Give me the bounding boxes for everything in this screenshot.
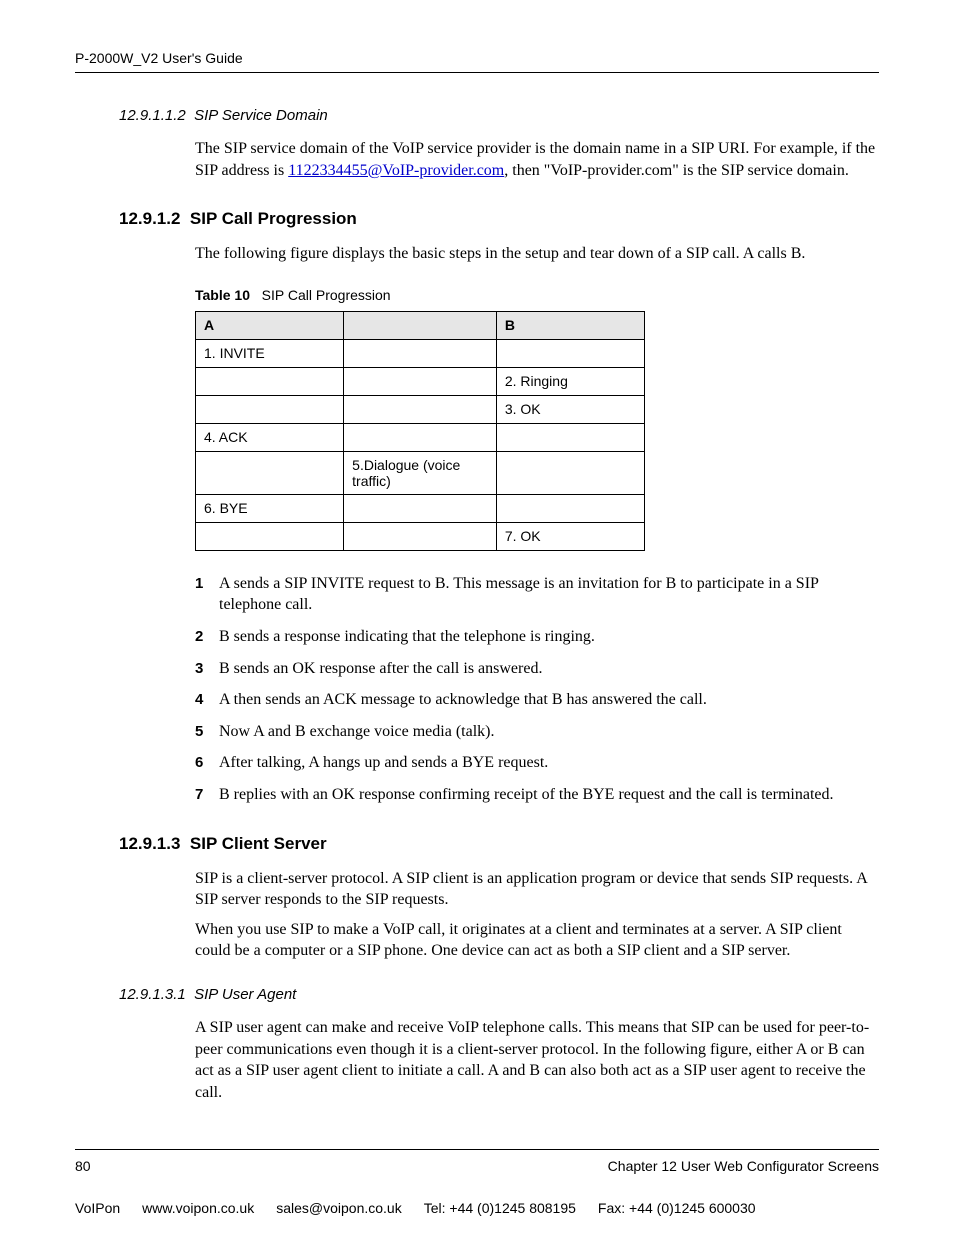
running-header: P-2000W_V2 User's Guide	[75, 50, 879, 73]
chapter-title: Chapter 12 User Web Configurator Screens	[608, 1158, 879, 1174]
cell	[344, 494, 497, 522]
cell: 5.Dialogue (voice traffic)	[344, 451, 497, 494]
cell	[496, 423, 644, 451]
table-row: 2. Ringing	[196, 367, 645, 395]
col-a: A	[196, 311, 344, 339]
vendor-url: www.voipon.co.uk	[142, 1200, 254, 1216]
heading-text: SIP User Agent	[194, 986, 296, 1003]
list-item: B sends a response indicating that the t…	[195, 626, 879, 648]
table-row: 7. OK	[196, 522, 645, 550]
page-footer: 80 Chapter 12 User Web Configurator Scre…	[75, 1149, 879, 1174]
heading-sip-call-progression: 12.9.1.2 SIP Call Progression	[75, 209, 879, 229]
table-caption: Table 10 SIP Call Progression	[75, 287, 879, 303]
vendor-email: sales@voipon.co.uk	[276, 1200, 402, 1216]
list-item: A sends a SIP INVITE request to B. This …	[195, 573, 879, 616]
numbered-steps: A sends a SIP INVITE request to B. This …	[75, 573, 879, 806]
page-number: 80	[75, 1158, 91, 1174]
col-mid	[344, 311, 497, 339]
cell	[496, 451, 644, 494]
link-sip-address-example[interactable]: 1122334455@VoIP-provider.com	[288, 162, 504, 179]
cell	[196, 451, 344, 494]
para-user-agent: A SIP user agent can make and receive Vo…	[75, 1017, 879, 1103]
table-label: Table 10	[195, 287, 250, 303]
cell: 3. OK	[496, 395, 644, 423]
table-row: 1. INVITE	[196, 339, 645, 367]
heading-text: SIP Call Progression	[190, 209, 357, 228]
heading-number: 12.9.1.1.2	[119, 107, 186, 124]
cell	[196, 395, 344, 423]
cell	[344, 522, 497, 550]
list-item: Now A and B exchange voice media (talk).	[195, 721, 879, 743]
cell: 2. Ringing	[496, 367, 644, 395]
list-item: B sends an OK response after the call is…	[195, 658, 879, 680]
cell	[496, 494, 644, 522]
cell	[344, 423, 497, 451]
heading-sip-service-domain: 12.9.1.1.2 SIP Service Domain	[75, 107, 879, 124]
cell: 1. INVITE	[196, 339, 344, 367]
list-item: B replies with an OK response confirming…	[195, 784, 879, 806]
cell	[344, 339, 497, 367]
table-row: 5.Dialogue (voice traffic)	[196, 451, 645, 494]
table-header-row: A B	[196, 311, 645, 339]
cell	[344, 367, 497, 395]
col-b: B	[496, 311, 644, 339]
para-call-progression-intro: The following figure displays the basic …	[75, 243, 879, 265]
table-row: 3. OK	[196, 395, 645, 423]
cell: 7. OK	[496, 522, 644, 550]
list-item: After talking, A hangs up and sends a BY…	[195, 752, 879, 774]
cell	[496, 339, 644, 367]
heading-number: 12.9.1.2	[119, 209, 180, 228]
heading-sip-client-server: 12.9.1.3 SIP Client Server	[75, 834, 879, 854]
cell	[344, 395, 497, 423]
vendor-name: VoIPon	[75, 1200, 120, 1216]
heading-number: 12.9.1.3.1	[119, 986, 186, 1003]
heading-sip-user-agent: 12.9.1.3.1 SIP User Agent	[75, 986, 879, 1003]
heading-number: 12.9.1.3	[119, 834, 180, 853]
heading-text: SIP Service Domain	[194, 107, 328, 124]
para-client-server-1: SIP is a client-server protocol. A SIP c…	[75, 868, 879, 911]
list-item: A then sends an ACK message to acknowled…	[195, 689, 879, 711]
table-row: 4. ACK	[196, 423, 645, 451]
vendor-line: VoIPon www.voipon.co.uk sales@voipon.co.…	[75, 1200, 879, 1216]
cell	[196, 522, 344, 550]
table-title: SIP Call Progression	[262, 287, 391, 303]
para-client-server-2: When you use SIP to make a VoIP call, it…	[75, 919, 879, 962]
cell	[196, 367, 344, 395]
vendor-fax: Fax: +44 (0)1245 600030	[598, 1200, 756, 1216]
table-sip-call-progression: A B 1. INVITE 2. Ringing 3. OK 4. ACK 5.…	[195, 311, 645, 551]
vendor-tel: Tel: +44 (0)1245 808195	[424, 1200, 576, 1216]
para-sip-service-domain: The SIP service domain of the VoIP servi…	[75, 138, 879, 181]
text: , then "VoIP-provider.com" is the SIP se…	[504, 162, 849, 179]
cell: 6. BYE	[196, 494, 344, 522]
cell: 4. ACK	[196, 423, 344, 451]
table-row: 6. BYE	[196, 494, 645, 522]
heading-text: SIP Client Server	[190, 834, 327, 853]
